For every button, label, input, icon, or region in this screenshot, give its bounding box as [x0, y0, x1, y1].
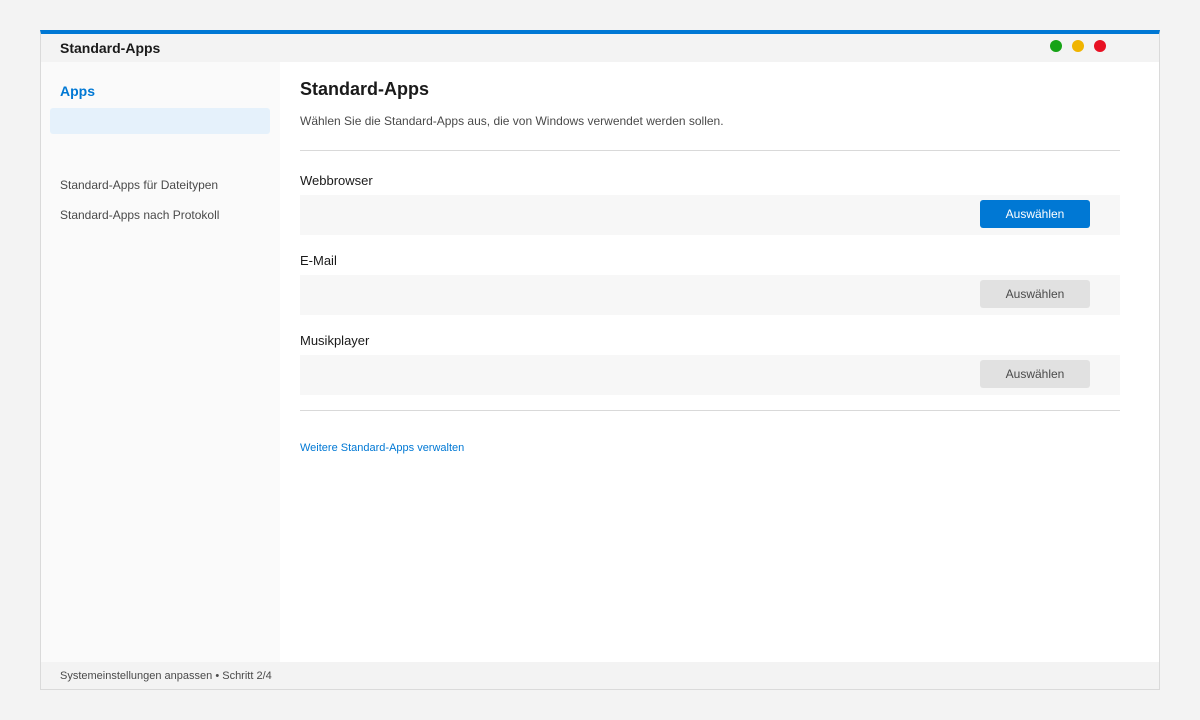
app-row-email: Auswählen	[300, 275, 1120, 315]
app-row-musicplayer: Auswählen	[300, 355, 1120, 395]
app-row-webbrowser: Auswählen	[300, 195, 1120, 235]
section-label-webbrowser: Webbrowser	[300, 173, 373, 188]
page-title: Standard-Apps	[300, 79, 430, 99]
section-label-musicplayer: Musikplayer	[300, 333, 370, 348]
status-bar: Systemeinstellungen anpassen • Schritt 2…	[41, 662, 1159, 690]
green-window-button[interactable]	[1050, 40, 1062, 52]
bottom-divider	[300, 410, 1120, 411]
sidebar-item-selected[interactable]	[50, 108, 270, 134]
choose-email-button[interactable]: Auswählen	[980, 280, 1090, 308]
sidebar-heading-apps: Apps	[60, 83, 95, 99]
sidebar: Apps Standard-Apps für Dateitypen Standa…	[41, 62, 280, 662]
section-label-email: E-Mail	[300, 253, 337, 268]
sidebar-item-protocol[interactable]: Standard-Apps nach Protokoll	[60, 208, 219, 222]
manage-more-apps-link[interactable]: Weitere Standard-Apps verwalten	[300, 442, 464, 454]
top-divider	[300, 150, 1120, 151]
page-description: Wählen Sie die Standard-Apps aus, die vo…	[300, 114, 724, 128]
settings-window: Standard-Apps Apps Standard-Apps für Dat…	[40, 30, 1160, 690]
sidebar-item-file-types[interactable]: Standard-Apps für Dateitypen	[60, 178, 218, 192]
choose-webbrowser-button[interactable]: Auswählen	[980, 200, 1090, 228]
choose-musicplayer-button[interactable]: Auswählen	[980, 360, 1090, 388]
status-text: Systemeinstellungen anpassen • Schritt 2…	[60, 670, 272, 682]
window-title: Standard-Apps	[60, 40, 161, 56]
title-bar: Standard-Apps	[41, 34, 1159, 62]
yellow-window-button[interactable]	[1072, 40, 1084, 52]
main-content: Standard-Apps Wählen Sie die Standard-Ap…	[300, 62, 1120, 662]
red-window-button[interactable]	[1094, 40, 1106, 52]
